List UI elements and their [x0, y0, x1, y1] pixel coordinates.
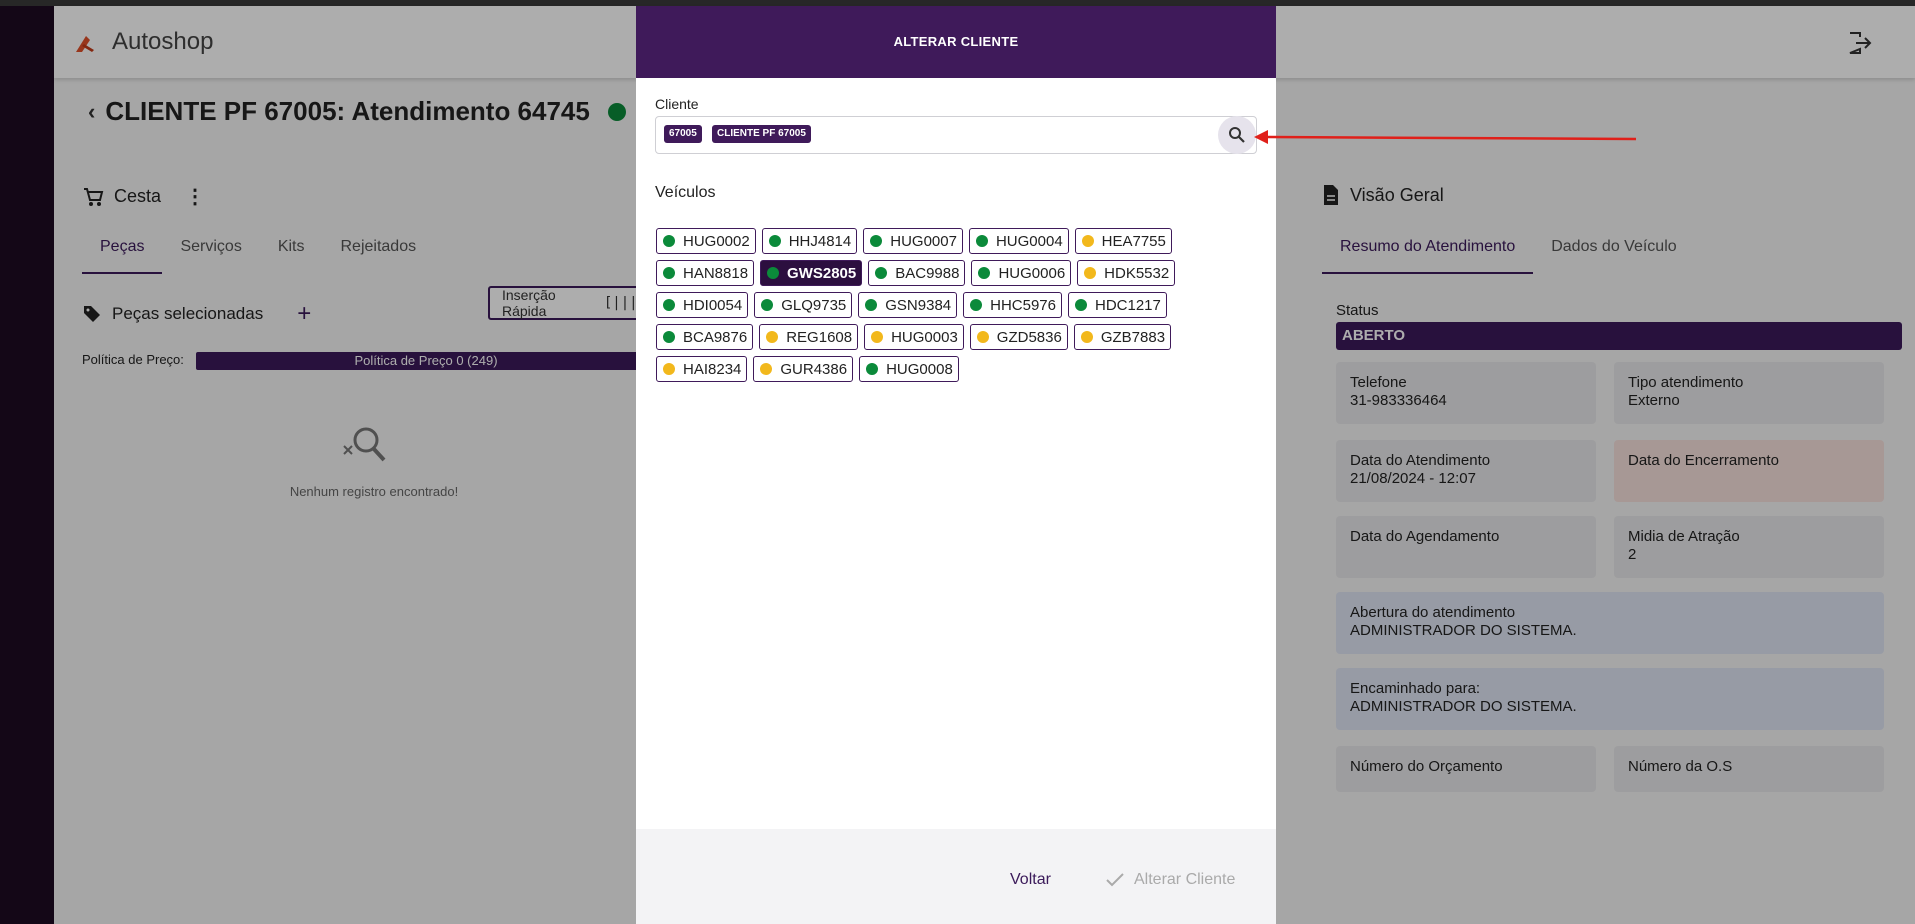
vehicle-plate: HDC1217: [1095, 296, 1161, 314]
vehicle-status-dot-icon: [768, 235, 781, 247]
vehicle-row: HUG0002 HHJ4814 HUG0007 HUG0004 HEA7755: [656, 228, 1172, 254]
alterar-cliente-label: Alterar Cliente: [1134, 871, 1236, 888]
vehicle-chip[interactable]: BAC9988: [868, 260, 966, 286]
vehicle-chip[interactable]: HUG0003: [864, 324, 964, 350]
vehicle-status-dot-icon: [663, 299, 675, 311]
vehicle-row: HAN8818 GWS2805 BAC9988 HUG0006 HDK5532: [656, 260, 1176, 286]
vehicle-plate: REG1608: [786, 328, 853, 346]
vehicle-row: HAI8234 GUR4386 HUG0008: [656, 356, 959, 382]
vehicle-chip[interactable]: HUG0007: [863, 228, 963, 254]
vehicle-status-dot-icon: [766, 331, 779, 343]
vehicle-plate: GZB7883: [1100, 328, 1166, 346]
vehicle-plate: HDI0054: [683, 296, 743, 314]
vehicle-plate: GLQ9735: [781, 296, 847, 314]
vehicle-chip[interactable]: HHC5976: [963, 292, 1062, 318]
vehicle-status-dot-icon: [976, 331, 989, 343]
vehicle-plate: GSN9384: [885, 296, 952, 314]
annotation-arrow-icon: [1254, 130, 1637, 144]
vehicle-plate: HHC5976: [990, 296, 1056, 314]
vehicle-plate: GUR4386: [780, 360, 848, 378]
vehicle-chip[interactable]: HDK5532: [1077, 260, 1176, 286]
vehicle-plate: HUG0003: [891, 328, 958, 346]
vehicle-chip[interactable]: HDI0054: [656, 292, 749, 318]
vehicle-plate: HAI8234: [683, 360, 742, 378]
vehicle-chip[interactable]: HAI8234: [656, 356, 748, 382]
vehicle-plate: BCA9876: [683, 328, 748, 346]
dialog-footer: Voltar Alterar Cliente: [636, 829, 1276, 924]
vehicle-chip[interactable]: HUG0004: [968, 228, 1069, 254]
vehicle-status-dot-icon: [866, 363, 879, 375]
vehicle-chip[interactable]: GLQ9735: [754, 292, 853, 318]
vehicle-status-dot-icon: [761, 299, 774, 311]
cliente-label: Cliente: [655, 96, 699, 112]
vehicle-status-dot-icon: [1080, 331, 1093, 343]
vehicle-plate: HUG0008: [886, 360, 953, 378]
check-icon: [1106, 873, 1124, 887]
vehicle-plate: HDK5532: [1104, 264, 1170, 282]
vehicle-plate: BAC9988: [895, 264, 960, 282]
vehicle-chip[interactable]: HAN8818: [656, 260, 755, 286]
vehicle-chip[interactable]: HUG0006: [971, 260, 1072, 286]
cliente-name-chip[interactable]: CLIENTE PF 67005: [712, 125, 811, 143]
vehicle-chip[interactable]: HUG0008: [859, 356, 959, 382]
vehicle-plate: HAN8818: [683, 264, 749, 282]
vehicle-status-dot-icon: [978, 267, 991, 279]
vehicle-status-dot-icon: [1081, 235, 1094, 247]
search-button[interactable]: [1218, 116, 1256, 154]
dialog-title: ALTERAR CLIENTE: [636, 6, 1276, 78]
vehicle-status-dot-icon: [760, 363, 773, 375]
search-icon: [1229, 127, 1245, 143]
vehicle-status-dot-icon: [970, 299, 983, 311]
alterar-cliente-dialog: ALTERAR CLIENTE Cliente 67005 CLIENTE PF…: [636, 6, 1276, 924]
vehicle-status-dot-icon: [663, 235, 675, 247]
vehicle-status-dot-icon: [1084, 267, 1097, 279]
cliente-input[interactable]: 67005 CLIENTE PF 67005: [655, 116, 1257, 154]
vehicle-chip[interactable]: BCA9876: [656, 324, 754, 350]
vehicle-status-dot-icon: [663, 363, 675, 375]
vehicle-chip[interactable]: HEA7755: [1074, 228, 1172, 254]
vehicle-row: BCA9876 REG1608 HUG0003 GZD5836 GZB7883: [656, 324, 1172, 350]
vehicle-chip[interactable]: GWS2805: [760, 260, 863, 286]
vehicle-status-dot-icon: [865, 299, 878, 311]
vehicle-chip[interactable]: GSN9384: [858, 292, 958, 318]
vehicle-plate: HUG0007: [890, 232, 957, 250]
vehicle-status-dot-icon: [975, 235, 988, 247]
vehicle-chip[interactable]: GZD5836: [969, 324, 1068, 350]
vehicle-chip[interactable]: GZB7883: [1073, 324, 1172, 350]
vehicle-status-dot-icon: [663, 331, 675, 343]
vehicle-plate: HUG0004: [995, 232, 1063, 250]
voltar-button[interactable]: Voltar: [1010, 871, 1051, 889]
vehicle-plate: GWS2805: [787, 264, 857, 282]
vehicle-status-dot-icon: [1075, 299, 1087, 311]
vehicle-chip[interactable]: HDC1217: [1068, 292, 1167, 318]
vehicle-chip[interactable]: GUR4386: [753, 356, 854, 382]
vehicle-status-dot-icon: [767, 267, 780, 279]
veiculos-label: Veículos: [655, 184, 716, 201]
vehicle-plate: HUG0006: [998, 264, 1066, 282]
vehicle-chip[interactable]: HUG0002: [656, 228, 756, 254]
alterar-cliente-button[interactable]: Alterar Cliente: [1106, 871, 1235, 889]
vehicle-chip[interactable]: HHJ4814: [761, 228, 858, 254]
vehicle-row: HDI0054 GLQ9735 GSN9384 HHC5976 HDC1217: [656, 292, 1167, 318]
vehicle-plate: HEA7755: [1101, 232, 1166, 250]
vehicle-status-dot-icon: [875, 267, 888, 279]
vehicle-plate: HHJ4814: [788, 232, 852, 250]
vehicle-status-dot-icon: [663, 267, 675, 279]
vehicle-plate: GZD5836: [996, 328, 1062, 346]
vehicle-chip[interactable]: REG1608: [759, 324, 859, 350]
vehicle-status-dot-icon: [871, 331, 884, 343]
vehicle-status-dot-icon: [870, 235, 883, 247]
cliente-id-chip[interactable]: 67005: [664, 125, 702, 143]
vehicle-plate: HUG0002: [683, 232, 750, 250]
